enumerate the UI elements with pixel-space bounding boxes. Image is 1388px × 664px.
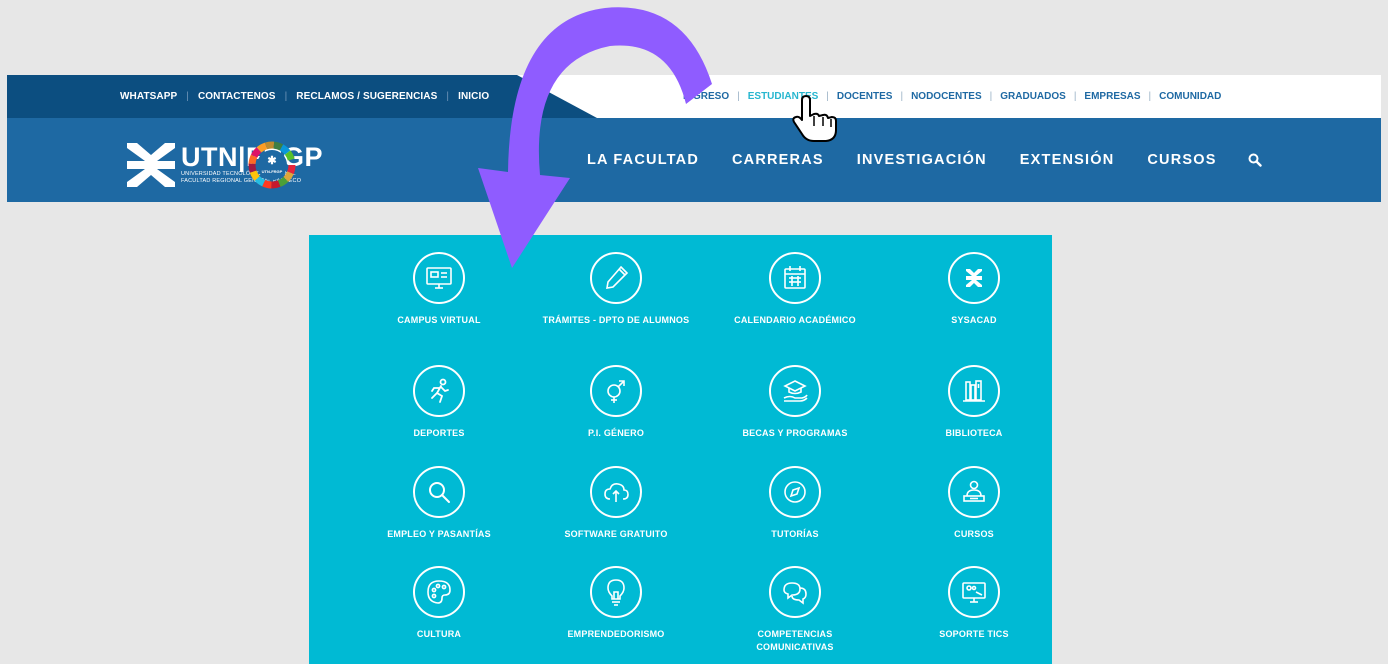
tile-label: BIBLIOTECA bbox=[945, 428, 1003, 438]
tile-label: SYSACAD bbox=[951, 315, 997, 325]
tile-circle bbox=[590, 365, 642, 417]
link-ingreso[interactable]: INGRESO bbox=[683, 91, 729, 102]
runner-icon bbox=[431, 378, 449, 403]
nav-la-facultad[interactable]: LA FACULTAD bbox=[587, 152, 699, 168]
tile-label: COMPETENCIAS COMUNICATIVAS bbox=[756, 629, 834, 652]
tile-circle bbox=[948, 566, 1000, 618]
link-reclamos[interactable]: RECLAMOS / SUGERENCIAS bbox=[296, 91, 437, 102]
tile-emprendedorismo[interactable]: EMPRENDEDORISMO bbox=[541, 566, 691, 641]
tile-label: CALENDARIO ACADÉMICO bbox=[734, 315, 856, 325]
tile-label: TUTORÍAS bbox=[771, 529, 819, 539]
tile-label: CULTURA bbox=[416, 629, 462, 639]
nav-cursos[interactable]: CURSOS bbox=[1147, 152, 1216, 168]
tile-label: SOFTWARE GRATUITO bbox=[564, 529, 668, 539]
tile-circle bbox=[769, 252, 821, 304]
separator: | bbox=[989, 91, 993, 102]
link-contactenos[interactable]: CONTACTENOS bbox=[198, 91, 276, 102]
nav-investigacion[interactable]: INVESTIGACIÓN bbox=[857, 152, 987, 168]
svg-text:✱: ✱ bbox=[267, 155, 276, 167]
tile-campus-virtual[interactable]: CAMPUS VIRTUAL bbox=[364, 252, 514, 327]
tile-circle bbox=[590, 466, 642, 518]
compass-icon bbox=[784, 481, 806, 503]
ods-badge-icon: ✱ UTN-FRGP bbox=[248, 141, 296, 189]
tile-deportes[interactable]: DEPORTES bbox=[364, 365, 514, 440]
tile-biblioteca[interactable]: BIBLIOTECA bbox=[899, 365, 1049, 440]
link-whatsapp[interactable]: WHATSAPP bbox=[120, 91, 177, 102]
tile-label: SOPORTE TICS bbox=[939, 629, 1009, 639]
separator: | bbox=[284, 91, 288, 102]
screen-tools-icon bbox=[962, 582, 986, 603]
tile-circle bbox=[769, 365, 821, 417]
tile-circle bbox=[413, 365, 465, 417]
tile-cursos[interactable]: CURSOS bbox=[899, 466, 1049, 541]
lightbulb-icon bbox=[607, 579, 625, 606]
link-nodocentes[interactable]: NODOCENTES bbox=[911, 91, 982, 102]
separator: | bbox=[186, 91, 189, 102]
main-nav: LA FACULTAD CARRERAS INVESTIGACIÓN EXTEN… bbox=[587, 118, 1262, 202]
tile-label: DEPORTES bbox=[413, 428, 465, 438]
pointer-hand-icon bbox=[792, 95, 837, 142]
graduation-hand-icon bbox=[783, 380, 808, 402]
tile-circle bbox=[413, 252, 465, 304]
tile-circle bbox=[590, 566, 642, 618]
main-bar: UTN|FRGP UNIVERSIDAD TECNOLÓGICA NACIONA… bbox=[7, 118, 1381, 202]
link-graduados[interactable]: GRADUADOS bbox=[1000, 91, 1066, 102]
books-icon bbox=[963, 380, 985, 402]
gender-icon bbox=[607, 380, 625, 403]
tile-cultura[interactable]: CULTURA bbox=[364, 566, 514, 641]
tile-genero[interactable]: P.I. GÉNERO bbox=[541, 365, 691, 440]
utn-logo-icon bbox=[127, 143, 175, 187]
tile-label: P.I. GÉNERO bbox=[587, 428, 645, 438]
tile-circle bbox=[948, 252, 1000, 304]
speech-bubbles-icon bbox=[783, 582, 807, 605]
tile-label: EMPRENDEDORISMO bbox=[567, 629, 665, 639]
tile-tutorias[interactable]: TUTORÍAS bbox=[720, 466, 870, 541]
separator: | bbox=[1073, 91, 1077, 102]
separator: | bbox=[446, 91, 450, 102]
audience-links: INGRESO | ESTUDIANTES | DOCENTES | NODOC… bbox=[683, 75, 1221, 118]
tile-tramites[interactable]: TRÁMITES - DPTO DE ALUMNOS bbox=[541, 252, 691, 327]
magnifier-icon bbox=[429, 482, 450, 503]
tile-circle bbox=[948, 466, 1000, 518]
tile-label: TRÁMITES - DPTO DE ALUMNOS bbox=[542, 315, 690, 325]
calendar-icon bbox=[784, 266, 806, 289]
link-inicio[interactable]: INICIO bbox=[458, 91, 489, 102]
cloud-upload-icon bbox=[604, 483, 629, 502]
pen-icon bbox=[606, 265, 629, 289]
tile-circle bbox=[948, 365, 1000, 417]
student-desk-icon bbox=[963, 480, 985, 502]
tile-calendario[interactable]: CALENDARIO ACADÉMICO bbox=[720, 252, 870, 327]
tile-circle bbox=[413, 466, 465, 518]
tile-label: EMPLEO Y PASANTÍAS bbox=[387, 529, 491, 539]
tile-soporte-tics[interactable]: SOPORTE TICS bbox=[899, 566, 1049, 641]
site-header: WHATSAPP | CONTACTENOS | RECLAMOS / SUGE… bbox=[7, 75, 1381, 202]
link-empresas[interactable]: EMPRESAS bbox=[1084, 91, 1140, 102]
search-icon[interactable] bbox=[1248, 153, 1262, 167]
tile-label: BECAS Y PROGRAMAS bbox=[742, 428, 848, 438]
nav-extension[interactable]: EXTENSIÓN bbox=[1020, 152, 1115, 168]
link-comunidad[interactable]: COMUNIDAD bbox=[1159, 91, 1221, 102]
monitor-icon bbox=[426, 267, 452, 289]
tile-circle bbox=[769, 466, 821, 518]
topbar: WHATSAPP | CONTACTENOS | RECLAMOS / SUGE… bbox=[7, 75, 1381, 118]
tile-competencias[interactable]: COMPETENCIAS COMUNICATIVAS bbox=[720, 566, 870, 654]
tile-sysacad[interactable]: SYSACAD bbox=[899, 252, 1049, 327]
separator: | bbox=[737, 91, 740, 102]
tile-circle bbox=[769, 566, 821, 618]
nav-carreras[interactable]: CARRERAS bbox=[732, 152, 824, 168]
student-services-panel: CAMPUS VIRTUAL TRÁMITES - DPTO DE ALUMNO… bbox=[309, 235, 1052, 664]
utility-links: WHATSAPP | CONTACTENOS | RECLAMOS / SUGE… bbox=[120, 75, 489, 118]
tile-circle bbox=[590, 252, 642, 304]
palette-icon bbox=[427, 580, 451, 604]
badge-text: UTN-FRGP bbox=[262, 169, 283, 174]
tile-label: CAMPUS VIRTUAL bbox=[397, 315, 481, 325]
separator: | bbox=[900, 91, 904, 102]
tile-software[interactable]: SOFTWARE GRATUITO bbox=[541, 466, 691, 541]
tile-circle bbox=[413, 566, 465, 618]
tile-becas[interactable]: BECAS Y PROGRAMAS bbox=[720, 365, 870, 440]
tile-label: CURSOS bbox=[954, 529, 994, 539]
utn-logo-icon bbox=[966, 269, 982, 287]
tile-empleo[interactable]: EMPLEO Y PASANTÍAS bbox=[364, 466, 514, 541]
separator: | bbox=[1148, 91, 1152, 102]
